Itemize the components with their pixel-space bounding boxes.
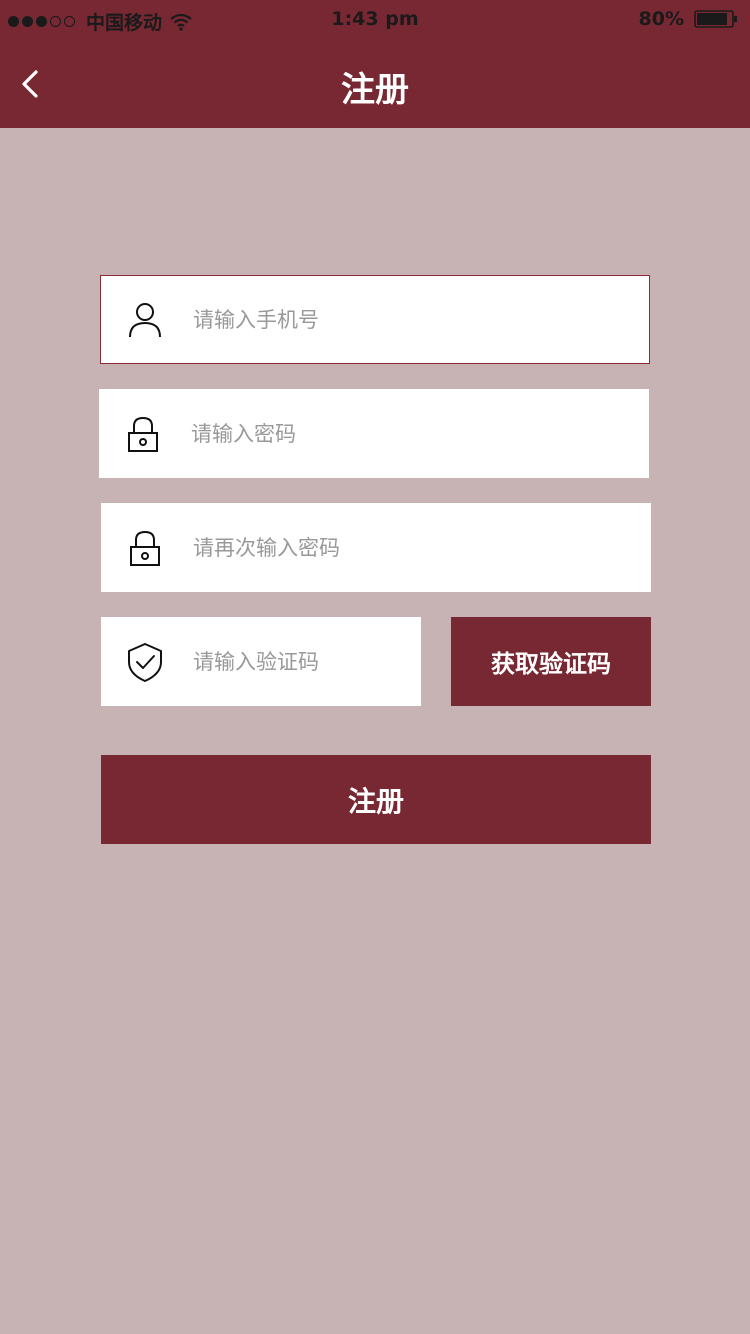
battery-status: 80% <box>639 8 738 30</box>
lock-icon <box>128 416 158 452</box>
status-time: 1:43 pm <box>331 8 419 30</box>
get-code-button[interactable]: 获取验证码 <box>451 617 651 706</box>
phone-field[interactable] <box>100 275 650 364</box>
status-bar: 中国移动 1:43 pm 80% <box>0 0 750 40</box>
confirm-password-field[interactable] <box>101 503 651 592</box>
confirm-password-input[interactable] <box>193 503 633 592</box>
top-bar: 中国移动 1:43 pm 80% 注册 <box>0 0 750 128</box>
password-input[interactable] <box>191 389 631 478</box>
user-icon <box>129 302 161 337</box>
password-field[interactable] <box>99 389 649 478</box>
register-button[interactable]: 注册 <box>101 755 651 844</box>
battery-percent: 80% <box>638 8 684 30</box>
code-field[interactable] <box>101 617 421 706</box>
lock-icon <box>130 530 160 566</box>
shield-check-icon <box>128 642 162 682</box>
page-title: 注册 <box>341 70 409 110</box>
battery-icon <box>694 10 737 28</box>
phone-input[interactable] <box>193 276 631 363</box>
code-input[interactable] <box>193 617 403 706</box>
